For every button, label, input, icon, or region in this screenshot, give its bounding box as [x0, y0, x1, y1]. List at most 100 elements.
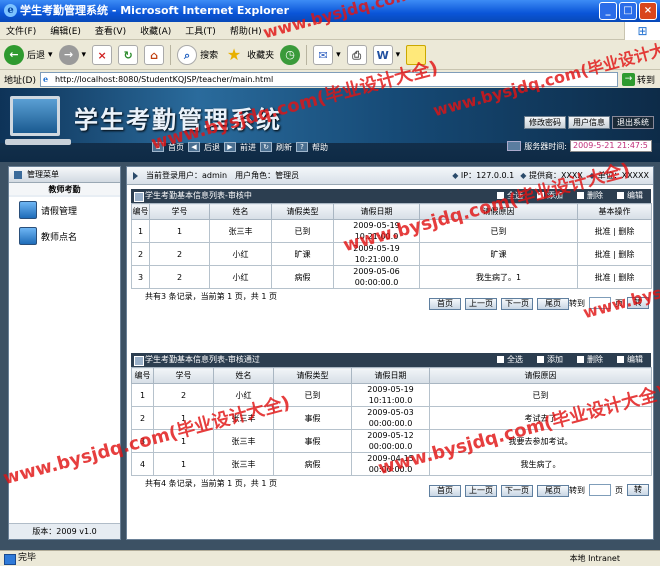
table-cell: 2009-05-19 10:11:00.0 — [351, 383, 430, 407]
stop-button[interactable]: × — [92, 44, 113, 65]
last-page-button[interactable]: 尾页 — [537, 298, 569, 310]
table-cell: 2 — [131, 242, 150, 266]
table-cell: 已到 — [419, 219, 578, 243]
note-button[interactable] — [406, 44, 427, 65]
forward-button[interactable]: → ▾ — [58, 44, 86, 65]
back-arrow-icon: ← — [4, 44, 24, 65]
menu-favorites[interactable]: 收藏(A) — [140, 24, 171, 37]
menu-file[interactable]: 文件(F) — [6, 24, 36, 37]
sidebar-title: 管理菜单 — [9, 167, 120, 183]
table-row: 3 2 小红 病假 2009-05-06 00:00:00.0 我生病了。1 批准 | 删除 — [131, 265, 652, 289]
approved-leave-table: 编号 学号 姓名 请假类型 请假日期 请假原因 1 2 小红 已到 2009-05-19 10:1… — [131, 367, 652, 476]
windows-logo-icon: ⊞ — [624, 22, 660, 40]
add-button[interactable]: 添加 — [537, 189, 563, 203]
home-icon: ⌂ — [152, 142, 164, 152]
page-viewport: 学生考勤管理系统 修改密码 用户信息 退出系统 ⌂ 首页 ◀ 后退 ▶ 前进 ↻ 刷新 … — [0, 88, 660, 550]
delete-button[interactable]: 删除 — [577, 353, 603, 367]
note-icon — [406, 44, 427, 65]
table-cell: 已到 — [271, 219, 334, 243]
nav-forward[interactable]: 前进 — [240, 142, 256, 153]
rollcall-icon — [19, 227, 37, 245]
column-header: 编号 — [131, 203, 150, 220]
add-button[interactable]: 添加 — [537, 353, 563, 367]
menu-tools[interactable]: 工具(T) — [185, 24, 216, 37]
page-number-input[interactable] — [589, 297, 611, 309]
panel-title: 学生考勤基本信息列表-审核通过 全选 添加 删除 编辑 — [131, 353, 651, 367]
edit-button[interactable]: 编辑 — [617, 189, 643, 203]
prev-page-button[interactable]: 上一页 — [465, 485, 497, 497]
user-info-button[interactable]: 用户信息 — [568, 116, 610, 129]
nav-help[interactable]: 帮助 — [312, 142, 328, 153]
change-password-button[interactable]: 修改密码 — [524, 116, 566, 129]
nav-refresh[interactable]: 刷新 — [276, 142, 292, 153]
logout-button[interactable]: 退出系统 — [612, 116, 654, 129]
table-cell: 事假 — [273, 406, 352, 430]
approved-leave-panel: 学生考勤基本信息列表-审核通过 全选 添加 删除 编辑 编号 学号 姓名 请假类型 请假… — [131, 353, 652, 502]
version-label: 版本：2009 v1.0 — [9, 523, 120, 539]
main-content: 当前登录用户：admin 用户角色：管理员 IP：127.0.0.1 提供商：X… — [126, 166, 654, 540]
close-button[interactable]: × — [639, 2, 657, 20]
print-button[interactable]: ⎙ — [346, 44, 367, 65]
menu-edit[interactable]: 编辑(E) — [50, 24, 81, 37]
browser-toolbar: ← 后退 ▾ → ▾ × ↻ ⌂ ⌕ 搜索 ★ 收藏夹 ◷ ✉ ▾ ⎙ W ▾ — [0, 40, 660, 70]
go-arrow-icon: → — [622, 72, 635, 86]
back-button[interactable]: ← 后退 ▾ — [4, 44, 53, 65]
go-button[interactable]: → 转到 — [622, 72, 660, 86]
column-header: 请假类型 — [271, 203, 334, 220]
column-header: 请假原因 — [419, 203, 578, 220]
history-button[interactable]: ◷ — [280, 44, 301, 65]
home-button[interactable]: ⌂ — [144, 44, 165, 65]
edit-button[interactable]: 编辑 — [617, 353, 643, 367]
clock-icon — [507, 141, 522, 151]
table-cell: 1 — [149, 219, 210, 243]
sidebar-section-teacher-attendance[interactable]: 教师考勤 — [9, 183, 120, 197]
mail-button[interactable]: ✉ ▾ — [313, 44, 341, 65]
menu-view[interactable]: 查看(V) — [95, 24, 126, 37]
word-edit-icon: W — [372, 44, 393, 65]
nav-back[interactable]: 后退 — [204, 142, 220, 153]
column-header: 请假原因 — [429, 367, 652, 384]
first-page-button[interactable]: 首页 — [429, 298, 461, 310]
select-all-button[interactable]: 全选 — [497, 189, 523, 203]
row-actions[interactable]: 批准 | 删除 — [577, 265, 652, 289]
next-page-button[interactable]: 下一页 — [501, 298, 533, 310]
toolbar-divider — [170, 44, 172, 65]
current-user: 当前登录用户：admin — [146, 171, 228, 180]
row-actions[interactable]: 批准 | 删除 — [577, 219, 652, 243]
prev-page-button[interactable]: 上一页 — [465, 298, 497, 310]
table-cell: 4 — [131, 452, 154, 476]
address-label: 地址(D) — [4, 75, 36, 86]
table-cell: 3 — [131, 429, 154, 453]
user-role: 用户角色：管理员 — [235, 171, 300, 180]
pager-summary: 共有3 条记录，当前第 1 页，共 1 页 — [145, 292, 277, 301]
select-all-button[interactable]: 全选 — [497, 353, 523, 367]
monitor-logo-icon — [5, 96, 71, 145]
table-cell: 2009-05-06 00:00:00.0 — [333, 265, 420, 289]
sidebar-item-leave-management[interactable]: 请假管理 — [9, 197, 120, 223]
jump-button[interactable]: 转 — [627, 484, 649, 496]
maximize-button[interactable]: □ — [619, 2, 637, 20]
page-number-input[interactable] — [589, 484, 611, 496]
window-title: 学生考勤管理系统 - Microsoft Internet Explorer — [20, 4, 289, 17]
jump-button[interactable]: 转 — [627, 297, 649, 309]
column-header: 姓名 — [213, 367, 274, 384]
edit-button[interactable]: W ▾ — [372, 44, 400, 65]
minimize-button[interactable]: _ — [599, 2, 617, 20]
menu-help[interactable]: 帮助(H) — [230, 24, 262, 37]
next-page-button[interactable]: 下一页 — [501, 485, 533, 497]
table-cell: 病假 — [273, 452, 352, 476]
table-cell: 张三丰 — [213, 406, 274, 430]
delete-button[interactable]: 删除 — [577, 189, 603, 203]
nav-home[interactable]: 首页 — [168, 142, 184, 153]
address-input[interactable]: http://localhost:8080/StudentKQJSP/teach… — [39, 71, 618, 87]
search-button[interactable]: ⌕ 搜索 — [177, 44, 218, 65]
refresh-button[interactable]: ↻ — [118, 44, 139, 65]
row-actions[interactable]: 批准 | 删除 — [577, 242, 652, 266]
last-page-button[interactable]: 尾页 — [537, 485, 569, 497]
favorites-button[interactable]: ★ 收藏夹 — [224, 45, 274, 65]
table-cell: 小红 — [209, 265, 272, 289]
table-cell: 已到 — [429, 383, 652, 407]
first-page-button[interactable]: 首页 — [429, 485, 461, 497]
security-zone: 本地 Intranet — [569, 554, 620, 563]
sidebar-item-teacher-rollcall[interactable]: 教师点名 — [9, 223, 120, 249]
